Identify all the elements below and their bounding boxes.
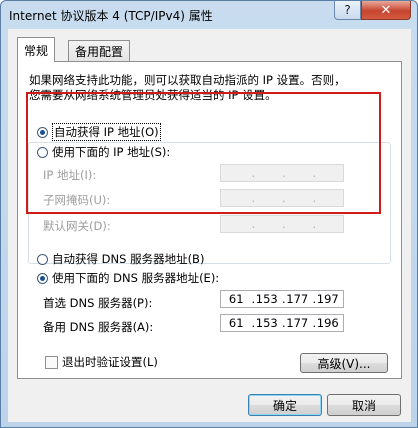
- radio-auto-ip-label: 自动获得 IP 地址(O): [52, 123, 161, 141]
- radio-auto-dns-label: 自动获得 DNS 服务器地址(B): [52, 252, 205, 266]
- radio-auto-ip-indicator[interactable]: [37, 126, 48, 138]
- close-icon: ✕: [380, 2, 392, 18]
- preferred-dns-input[interactable]: 61. 153. 177. 197: [220, 290, 344, 308]
- description-line-1: 如果网络支持此功能，则可以获取自动指派的 IP 设置。否则，: [29, 73, 346, 87]
- close-button[interactable]: ✕: [361, 1, 411, 20]
- help-icon: ?: [344, 3, 351, 17]
- alternate-dns-octet-1: 61: [228, 316, 244, 330]
- advanced-button[interactable]: 高级(V)...: [300, 353, 388, 373]
- dialog-client: 常规 备用配置 如果网络支持此功能，则可以获取自动指派的 IP 设置。否则， 您…: [8, 29, 411, 422]
- radio-manual-ip[interactable]: 使用下面的 IP 地址(S):: [37, 144, 170, 160]
- window-title: Internet 协议版本 4 (TCP/IPv4) 属性: [9, 9, 213, 23]
- ok-button[interactable]: 确定: [248, 394, 322, 416]
- help-button[interactable]: ?: [334, 1, 361, 20]
- radio-auto-ip[interactable]: 自动获得 IP 地址(O): [37, 123, 161, 141]
- radio-manual-dns-label: 使用下面的 DNS 服务器地址(E):: [52, 271, 220, 285]
- alternate-dns-octet-4: 196: [316, 316, 339, 330]
- validate-on-exit-checkbox[interactable]: 退出时验证设置(L): [45, 354, 158, 370]
- validate-on-exit-box[interactable]: [45, 355, 58, 369]
- radio-manual-dns-indicator[interactable]: [37, 272, 48, 284]
- tab-panel-general: 如果网络支持此功能，则可以获取自动指派的 IP 设置。否则， 您需要从网络系统管…: [17, 61, 402, 379]
- description-text: 如果网络支持此功能，则可以获取自动指派的 IP 设置。否则， 您需要从网络系统管…: [29, 73, 389, 103]
- description-line-2: 您需要从网络系统管理员处获得适当的 IP 设置。: [29, 88, 277, 102]
- radio-manual-dns[interactable]: 使用下面的 DNS 服务器地址(E):: [37, 270, 219, 286]
- tab-alternate-config[interactable]: 备用配置: [68, 40, 131, 62]
- preferred-dns-label: 首选 DNS 服务器(P):: [43, 296, 153, 310]
- title-bar[interactable]: Internet 协议版本 4 (TCP/IPv4) 属性 ? ✕: [1, 1, 417, 29]
- preferred-dns-octet-2: 153: [255, 292, 278, 306]
- subnet-mask-label: 子网掩码(U):: [43, 193, 111, 207]
- radio-manual-ip-indicator[interactable]: [37, 146, 48, 158]
- alternate-dns-octet-2: 153: [255, 316, 278, 330]
- preferred-dns-octet-1: 61: [228, 292, 244, 306]
- alternate-dns-octet-3: 177: [286, 316, 309, 330]
- tab-general[interactable]: 常规: [17, 37, 56, 62]
- alternate-dns-input[interactable]: 61. 153. 177. 196: [220, 314, 344, 332]
- ip-address-label: IP 地址(I):: [43, 168, 97, 182]
- dialog-window: Internet 协议版本 4 (TCP/IPv4) 属性 ? ✕ 常规 备用配…: [0, 0, 418, 428]
- subnet-mask-input[interactable]: ...: [220, 189, 344, 207]
- ip-address-input[interactable]: ...: [220, 164, 344, 182]
- preferred-dns-octet-4: 197: [316, 292, 339, 306]
- preferred-dns-octet-3: 177: [286, 292, 309, 306]
- cancel-button[interactable]: 取消: [327, 394, 401, 416]
- radio-manual-ip-label: 使用下面的 IP 地址(S):: [52, 145, 171, 159]
- radio-auto-dns-indicator[interactable]: [37, 253, 48, 265]
- validate-on-exit-label: 退出时验证设置(L): [62, 355, 158, 369]
- radio-auto-dns[interactable]: 自动获得 DNS 服务器地址(B): [37, 251, 204, 267]
- default-gateway-label: 默认网关(D):: [43, 219, 111, 233]
- alternate-dns-label: 备用 DNS 服务器(A):: [43, 320, 154, 334]
- default-gateway-input[interactable]: ...: [220, 215, 344, 233]
